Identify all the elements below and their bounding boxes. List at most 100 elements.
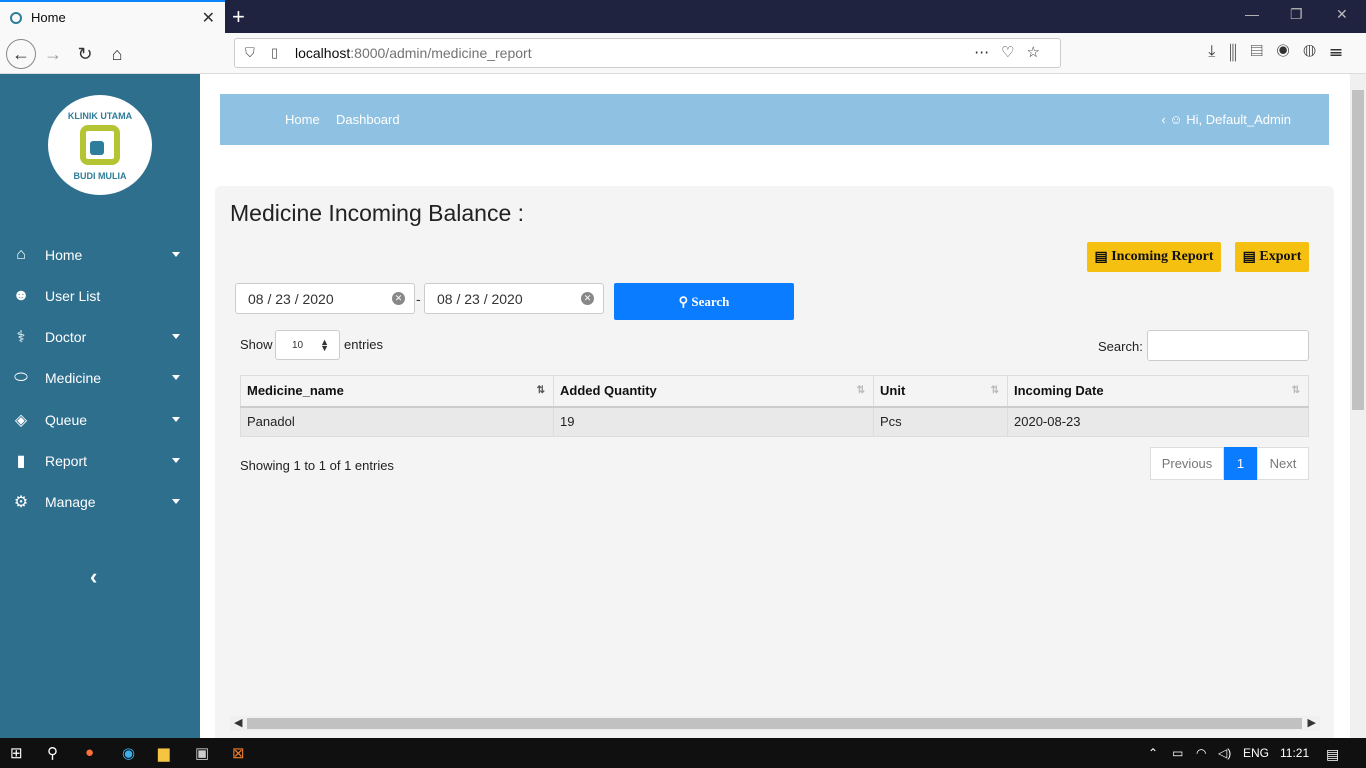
browser-toolbar-icons[interactable]: ⤓⫼▤◉◍☰: [1208, 43, 1356, 61]
new-tab-icon[interactable]: +: [232, 4, 245, 30]
nav-dashboard-link[interactable]: Dashboard: [336, 112, 400, 127]
horizontal-scrollbar[interactable]: ◀ ▶: [230, 716, 1320, 731]
sidebar-item-label: Doctor: [45, 329, 87, 345]
main-content: Home Dashboard ‹ ☺ Hi, Default_Admin Med…: [200, 74, 1350, 738]
clear-date-icon[interactable]: ✕: [392, 292, 405, 305]
table-header-row: Medicine_name ⇅ Added Quantity ⇅ Unit ⇅ Inc…: [240, 375, 1309, 408]
file-explorer-icon[interactable]: ▆: [158, 744, 170, 762]
sidebar-item-label: User List: [45, 288, 101, 304]
sidebar-item-label: Manage: [45, 494, 96, 510]
cell-incoming-date: 2020-08-23: [1007, 406, 1309, 437]
url-actions[interactable]: ⋯♡☆: [974, 43, 1052, 61]
caret-down-icon: [172, 458, 180, 463]
doctor-icon: ⚕: [16, 329, 26, 346]
sidebar-item-user-list[interactable]: ☻ User List: [0, 281, 200, 311]
col-medicine-name[interactable]: Medicine_name ⇅: [240, 375, 554, 408]
edge-icon[interactable]: ◉: [122, 744, 135, 762]
caret-down-icon: [172, 417, 180, 422]
sidebar-item-report[interactable]: ▮ Report: [0, 446, 200, 476]
table-info: Showing 1 to 1 of 1 entries: [240, 458, 394, 473]
page-1-button[interactable]: 1: [1224, 447, 1257, 480]
sidebar: KLINIK UTAMA BUDI MULIA ⌂ Home ☻ User Li…: [0, 74, 200, 738]
col-unit[interactable]: Unit ⇅: [873, 375, 1008, 408]
minimize-icon[interactable]: —: [1245, 6, 1259, 22]
medicine-report-table: Medicine_name ⇅ Added Quantity ⇅ Unit ⇅ Inc…: [240, 375, 1309, 437]
sidebar-item-manage[interactable]: ⚙ Manage: [0, 487, 200, 517]
volume-icon[interactable]: ◁): [1218, 746, 1231, 760]
tab-title: Home: [31, 10, 66, 25]
incoming-report-button[interactable]: ▤ Incoming Report: [1087, 242, 1221, 272]
back-icon[interactable]: ←: [6, 39, 36, 69]
browser-nav-bar: ← → ↻ ⌂ ⛉ ▯ localhost:8000/admin/medicin…: [0, 33, 1366, 74]
col-added-quantity[interactable]: Added Quantity ⇅: [553, 375, 874, 408]
table-search-label: Search:: [1098, 339, 1143, 354]
wifi-icon[interactable]: ◠: [1196, 746, 1206, 760]
sidebar-item-medicine[interactable]: ⬭ Medicine: [0, 363, 200, 393]
table-row[interactable]: Panadol 19 Pcs 2020-08-23: [240, 406, 1309, 437]
horizontal-scroll-thumb[interactable]: [247, 718, 1302, 729]
pagination: Previous 1 Next: [1150, 447, 1309, 480]
url-bar[interactable]: ⛉ ▯ localhost:8000/admin/medicine_report…: [234, 38, 1061, 68]
clock[interactable]: 11:21: [1280, 746, 1309, 760]
pdf-file-icon: ▤: [1094, 249, 1112, 265]
notifications-icon[interactable]: ▤: [1326, 746, 1339, 763]
sort-icon: ⇅: [536, 385, 545, 396]
sidebar-item-label: Medicine: [45, 370, 102, 386]
date-from-input[interactable]: 08 / 23 / 2020 ✕: [235, 283, 415, 314]
select-arrows-icon: ▲ ▼: [320, 337, 329, 353]
page-info-icon[interactable]: ▯: [271, 45, 283, 61]
caret-down-icon: [172, 252, 180, 257]
top-navbar: Home Dashboard ‹ ☺ Hi, Default_Admin: [220, 94, 1329, 145]
table-search-input[interactable]: [1147, 330, 1309, 361]
export-button[interactable]: ▤ Export: [1235, 242, 1309, 272]
xampp-icon[interactable]: ⊠: [232, 744, 245, 762]
url-text[interactable]: localhost:8000/admin/medicine_report: [295, 45, 532, 61]
home-browser-icon[interactable]: ⌂: [104, 41, 130, 67]
shield-icon[interactable]: ⛉: [245, 45, 259, 61]
layers-icon: ◈: [14, 412, 28, 429]
sidebar-item-home[interactable]: ⌂ Home: [0, 240, 200, 270]
vertical-scrollbar[interactable]: [1350, 74, 1366, 738]
caret-down-icon: [172, 375, 180, 380]
user-icon: ‹ ☺: [1161, 112, 1187, 127]
close-window-icon[interactable]: ✕: [1336, 6, 1348, 23]
search-button[interactable]: ⚲ Search: [614, 283, 794, 320]
users-icon: ☻: [12, 287, 30, 304]
forward-icon[interactable]: →: [40, 41, 66, 67]
col-incoming-date[interactable]: Incoming Date ⇅: [1007, 375, 1309, 408]
browser-tab[interactable]: Home ✕: [0, 0, 225, 33]
nav-home-link[interactable]: Home: [285, 112, 320, 127]
command-prompt-icon[interactable]: ▣: [195, 744, 209, 762]
sort-icon: ⇅: [1291, 385, 1300, 396]
date-to-input[interactable]: 08 / 23 / 2020 ✕: [424, 283, 604, 314]
restore-icon[interactable]: ❐: [1290, 6, 1303, 23]
close-tab-icon[interactable]: ✕: [202, 8, 215, 28]
entries-length-select[interactable]: 10 ▲ ▼: [275, 330, 340, 360]
vertical-scroll-thumb[interactable]: [1352, 90, 1364, 410]
page-title: Medicine Incoming Balance :: [230, 200, 525, 226]
caret-down-icon: [172, 499, 180, 504]
browser-tab-bar: Home ✕ + — ❐ ✕: [0, 0, 1366, 33]
firefox-icon[interactable]: ●: [85, 744, 94, 761]
taskbar-search-icon[interactable]: ⚲: [47, 744, 58, 762]
battery-icon[interactable]: ▭: [1172, 746, 1183, 760]
next-page-button[interactable]: Next: [1257, 447, 1309, 480]
clinic-logo[interactable]: KLINIK UTAMA BUDI MULIA: [48, 95, 152, 195]
logo-text-bottom: BUDI MULIA: [73, 171, 127, 181]
sidebar-item-queue[interactable]: ◈ Queue: [0, 405, 200, 435]
user-greeting[interactable]: ‹ ☺ Hi, Default_Admin: [1161, 112, 1291, 127]
scroll-left-icon[interactable]: ◀: [234, 716, 242, 729]
clear-date-icon[interactable]: ✕: [581, 292, 594, 305]
logo-text-top: KLINIK UTAMA: [67, 111, 133, 121]
language-indicator[interactable]: ENG: [1243, 746, 1269, 760]
sidebar-item-doctor[interactable]: ⚕ Doctor: [0, 322, 200, 352]
report-panel: Medicine Incoming Balance : ▤ Incoming R…: [215, 186, 1334, 738]
reload-icon[interactable]: ↻: [72, 41, 98, 67]
show-label: Show: [240, 337, 273, 352]
windows-start-icon[interactable]: ⊞: [10, 744, 23, 762]
previous-page-button[interactable]: Previous: [1150, 447, 1224, 480]
collapse-sidebar-icon[interactable]: ‹: [90, 564, 97, 590]
excel-file-icon: ▤: [1242, 249, 1260, 265]
scroll-right-icon[interactable]: ▶: [1308, 716, 1316, 729]
tray-chevron-icon[interactable]: ⌃: [1148, 746, 1158, 760]
